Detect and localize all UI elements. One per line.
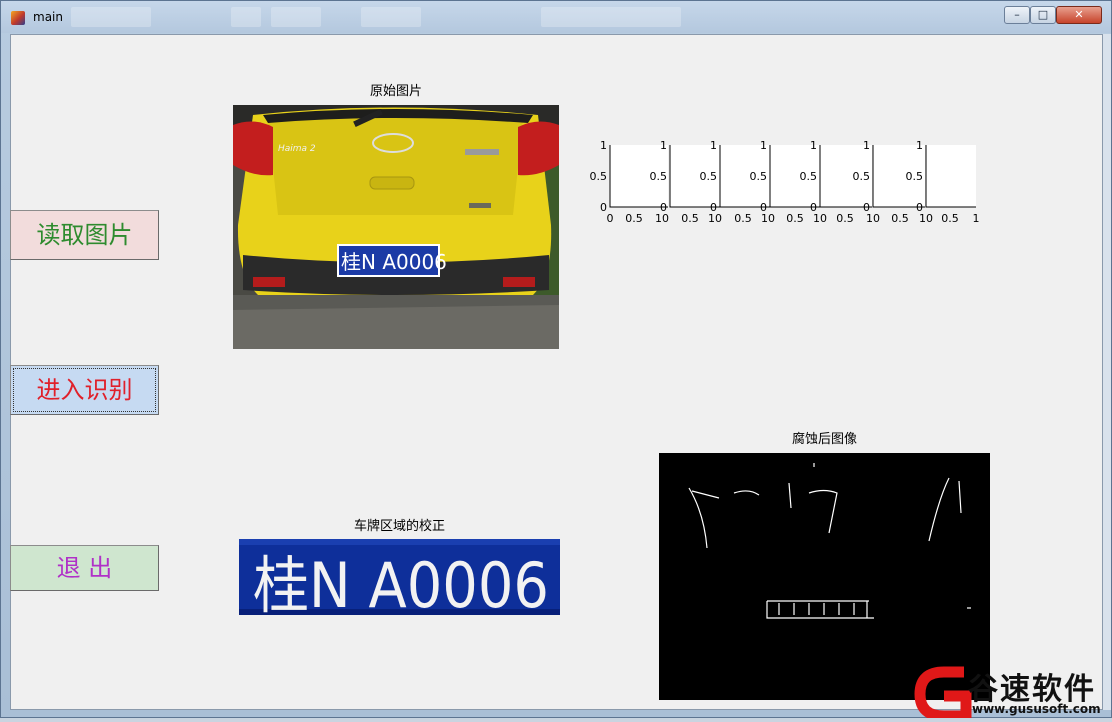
watermark-url: www.gususoft.com (972, 702, 1101, 716)
x-tick-label: 0.5 (734, 212, 752, 225)
minimize-icon: – (1014, 8, 1020, 21)
title-bar[interactable]: main – □ ✕ (1, 1, 1111, 33)
corrected-plate-title: 车牌区域的校正 (353, 519, 445, 534)
x-tick-label: 0.5 (681, 212, 699, 225)
plate-photo: 桂N A0006 (239, 539, 560, 615)
x-tick-label: 0.5 (786, 212, 804, 225)
x-tick-label: 0.5 (891, 212, 909, 225)
y-tick-label: 1 (600, 139, 607, 152)
background-glare (71, 7, 151, 27)
y-tick-label: 0.5 (650, 170, 668, 183)
y-tick-label: 1 (916, 139, 923, 152)
character-segmentation-axes: 00.5100.5100.5100.5100.5100.5100.510 0.5 1… (590, 139, 980, 225)
exit-button[interactable]: 退 出 (10, 545, 159, 591)
window-border (1103, 34, 1111, 710)
maximize-icon: □ (1037, 8, 1049, 21)
plate-text: 桂N A0006 (253, 549, 549, 615)
background-glare (541, 7, 681, 27)
plate-text: 桂N A0006 (341, 250, 447, 274)
car-photo: Haima 2 桂N A0006 (233, 105, 559, 349)
car-logo-text: Haima 2 (278, 144, 316, 154)
watermark: 谷速软件 www.gususoft.com (914, 662, 1110, 722)
x-tick-label: 0.5 (625, 212, 643, 225)
y-tick-label: 0.5 (800, 170, 818, 183)
eroded-image-title: 腐蚀后图像 (791, 432, 857, 447)
recognize-button[interactable]: 进入识别 (10, 365, 159, 415)
x-tick-label: 10 (761, 212, 775, 225)
window-title: main (33, 10, 63, 24)
close-icon: ✕ (1074, 8, 1084, 21)
background-glare (231, 7, 261, 27)
x-tick-label: 10 (708, 212, 722, 225)
x-tick-label: 10 (813, 212, 827, 225)
read-image-button[interactable]: 读取图片 (10, 210, 159, 260)
y-tick-label: 1 (760, 139, 767, 152)
char-axis-7 (926, 145, 976, 207)
y-tick-label: 1 (863, 139, 870, 152)
x-tick-label: 10 (919, 212, 933, 225)
y-tick-label: 0.5 (590, 170, 608, 183)
y-tick-label: 0.5 (750, 170, 768, 183)
original-image-title: 原始图片 (369, 84, 422, 99)
x-tick-label: 0.5 (941, 212, 959, 225)
background-glare (361, 7, 421, 27)
x-tick-label: 0 (607, 212, 614, 225)
y-tick-label: 0.5 (906, 170, 924, 183)
y-tick-label: 0.5 (853, 170, 871, 183)
y-tick-label: 1 (810, 139, 817, 152)
x-tick-label: 0.5 (836, 212, 854, 225)
close-button[interactable]: ✕ (1056, 6, 1102, 24)
corrected-plate-image: 桂N A0006 (239, 539, 560, 615)
minimize-button[interactable]: – (1004, 6, 1030, 24)
x-tick-label: 1 (973, 212, 980, 225)
maximize-button[interactable]: □ (1030, 6, 1056, 24)
y-tick-label: 1 (710, 139, 717, 152)
original-image: Haima 2 桂N A0006 (233, 105, 559, 349)
y-tick-label: 1 (660, 139, 667, 152)
x-tick-label: 10 (866, 212, 880, 225)
y-tick-label: 0.5 (700, 170, 718, 183)
background-glare (271, 7, 321, 27)
x-tick-label: 10 (655, 212, 669, 225)
matlab-icon (11, 11, 25, 25)
